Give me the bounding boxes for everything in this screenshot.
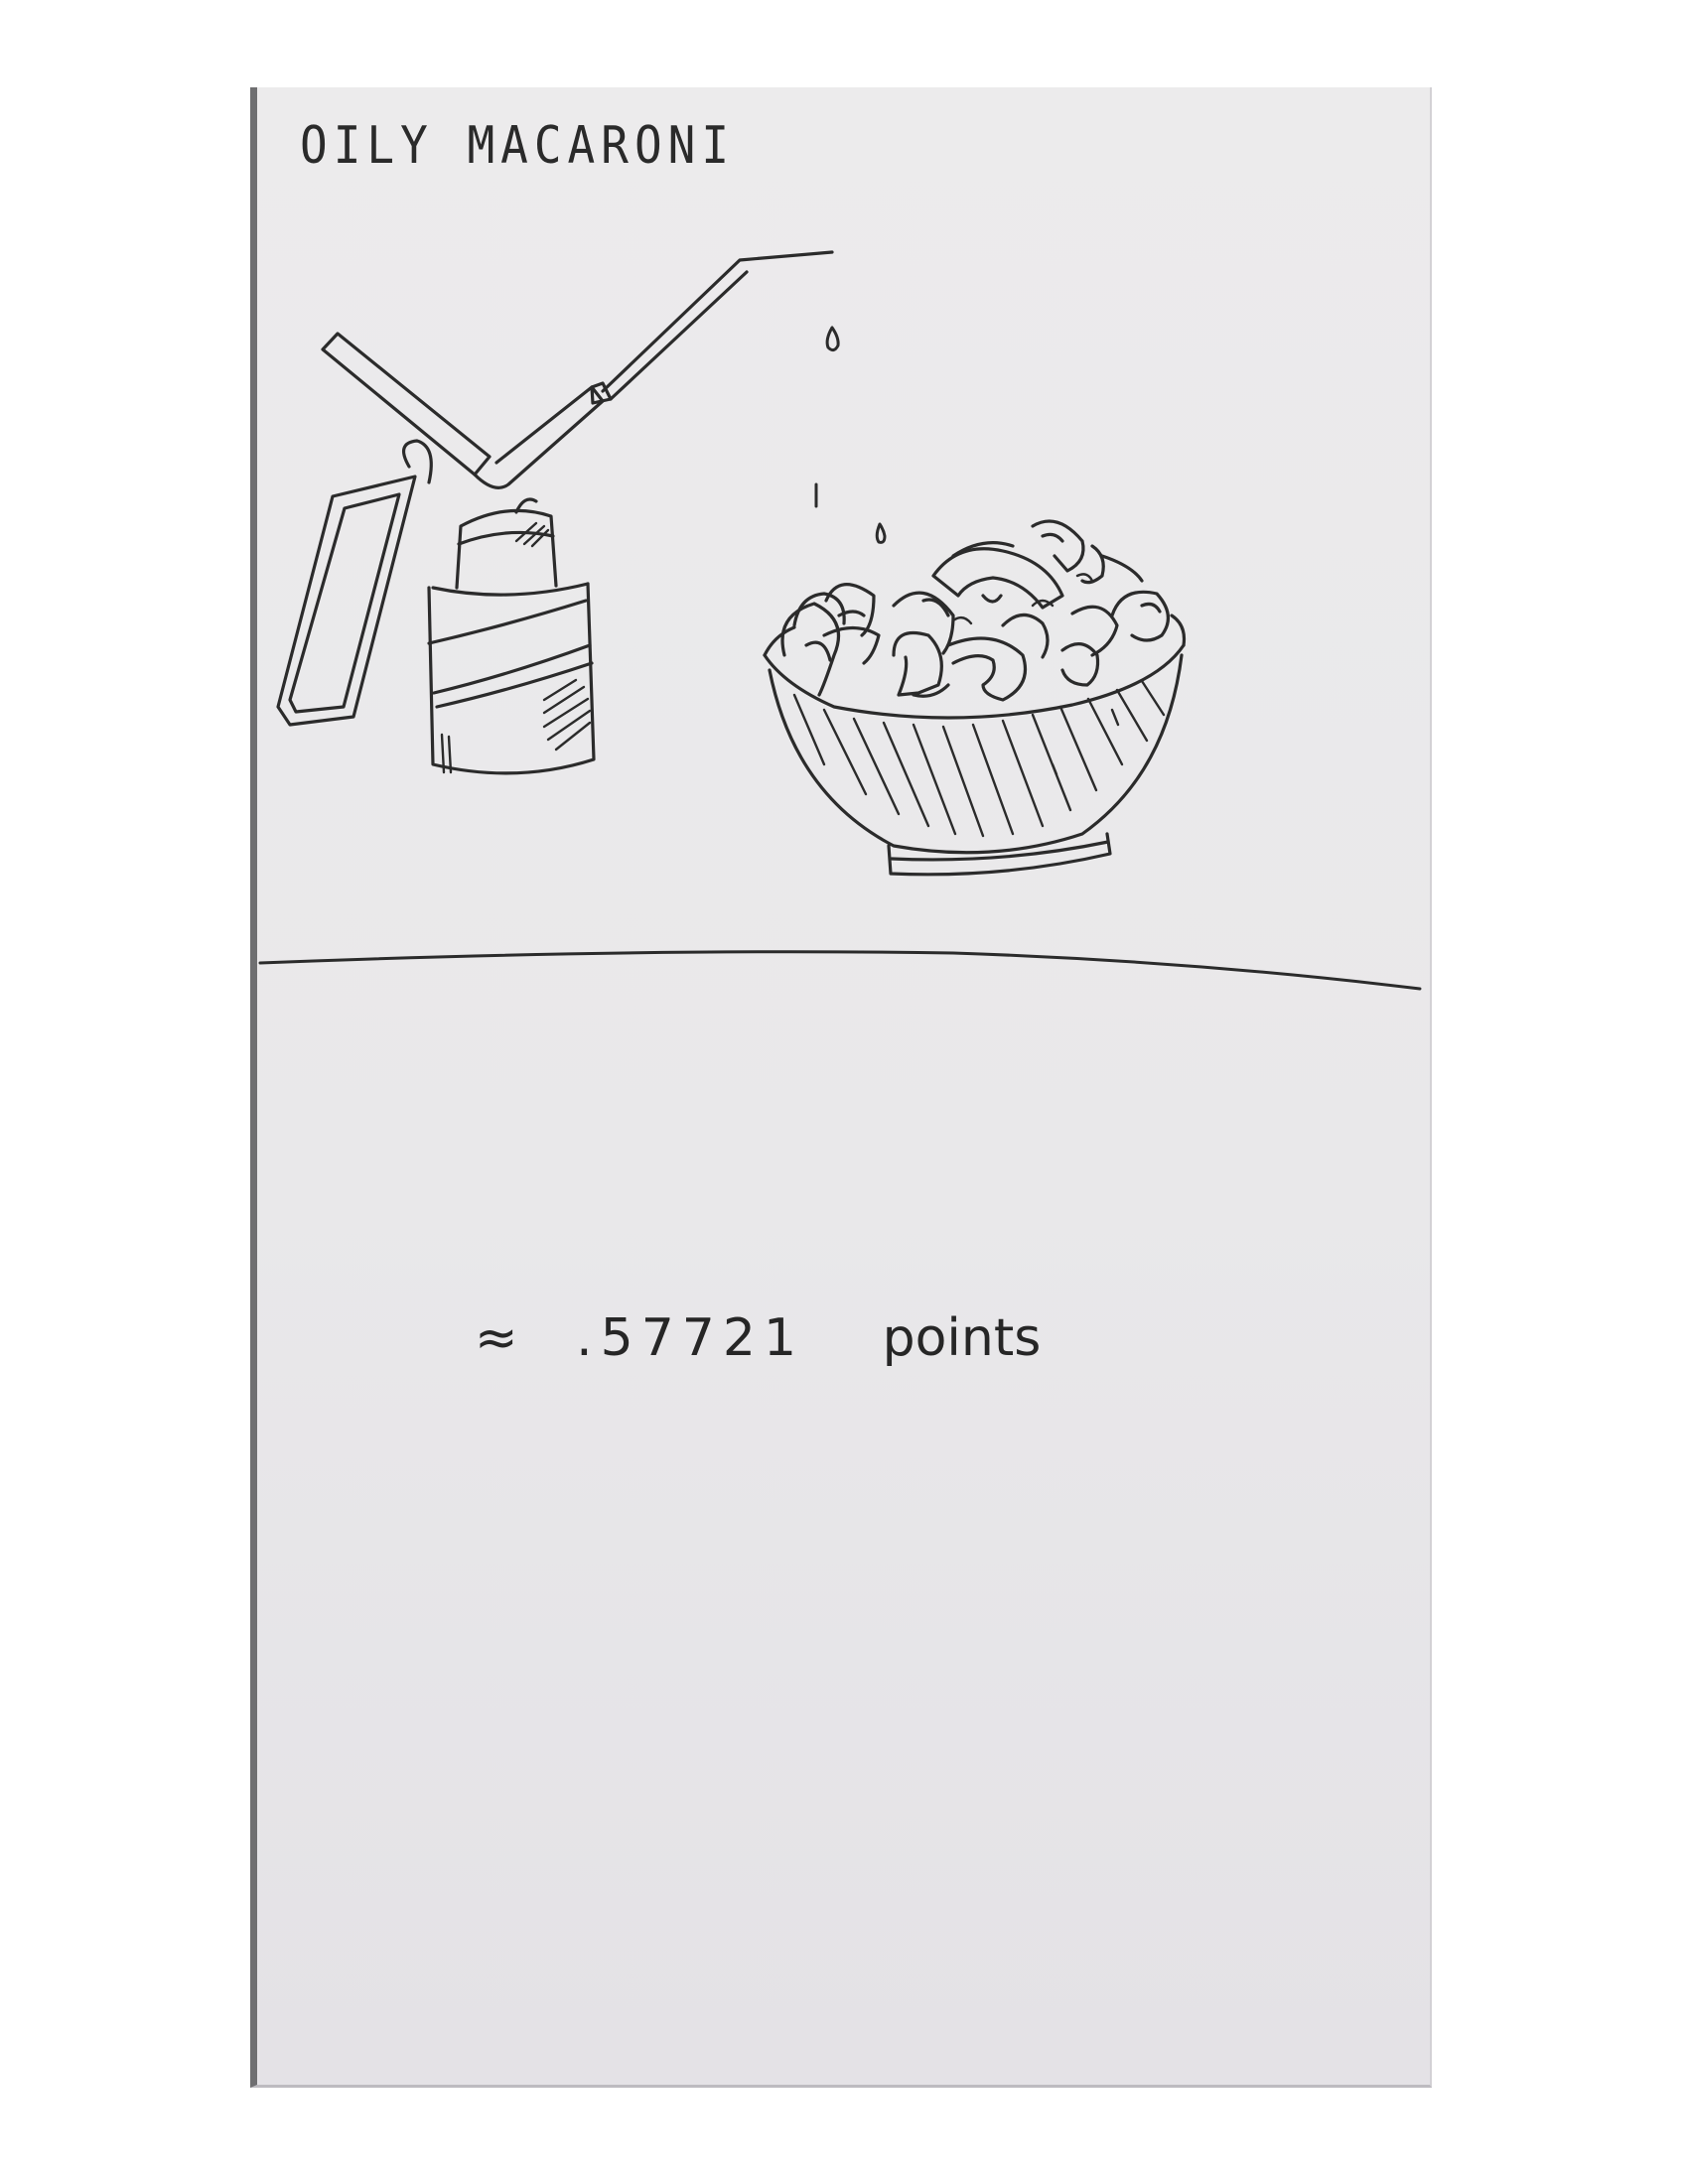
index-card <box>250 87 1432 2088</box>
page: OILY MACARONI ≈ .57721 points <box>0 0 1688 2184</box>
card-title: OILY MACARONI <box>300 115 736 176</box>
approx-symbol: ≈ <box>475 1308 518 1368</box>
score-value: .57721 <box>576 1308 805 1368</box>
score-line: ≈ .57721 points <box>475 1308 1041 1368</box>
score-unit: points <box>882 1308 1042 1368</box>
